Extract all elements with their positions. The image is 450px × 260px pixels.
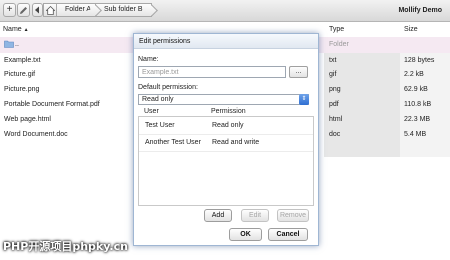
file-name: Picture.gif bbox=[4, 71, 36, 78]
column-header-size[interactable]: Size bbox=[404, 26, 418, 33]
file-name: Web page.html bbox=[4, 116, 51, 123]
table-row[interactable]: Another Test User Read and write bbox=[139, 134, 313, 152]
permission-user: Test User bbox=[145, 122, 175, 129]
permissions-table: Test User Read only Another Test User Re… bbox=[138, 116, 314, 206]
edit-permissions-dialog: Edit permissions Name: ... Default permi… bbox=[133, 33, 319, 246]
table-row[interactable]: Test User Read only bbox=[139, 117, 313, 135]
folder-icon bbox=[4, 40, 14, 50]
file-name: Example.txt bbox=[4, 57, 41, 64]
permission-value: Read only bbox=[212, 122, 244, 129]
file-type: pdf bbox=[329, 101, 339, 108]
name-field[interactable] bbox=[138, 66, 286, 78]
file-type: doc bbox=[329, 131, 341, 138]
file-size: 110.8 kB bbox=[404, 101, 432, 108]
ok-button[interactable]: OK bbox=[229, 228, 262, 241]
file-type: gif bbox=[329, 71, 337, 78]
cancel-button[interactable]: Cancel bbox=[268, 228, 308, 241]
permission-user: Another Test User bbox=[145, 139, 201, 146]
file-type: png bbox=[329, 86, 341, 93]
column-header-name[interactable]: Name ▲ bbox=[3, 26, 29, 33]
file-type: html bbox=[329, 116, 343, 123]
default-permission-value: Read only bbox=[142, 96, 174, 103]
plus-icon[interactable]: + bbox=[3, 3, 16, 17]
file-name: Word Document.doc bbox=[4, 131, 68, 138]
file-name: Picture.png bbox=[4, 86, 40, 93]
file-type: Folder bbox=[329, 41, 349, 48]
file-size: 62.9 kB bbox=[404, 86, 428, 93]
select-arrows-icon: ⇕ bbox=[299, 94, 309, 105]
app-title: Mollify Demo bbox=[398, 7, 442, 14]
table-header-user: User bbox=[144, 108, 159, 115]
sort-ascending-icon: ▲ bbox=[23, 27, 29, 33]
file-size: 22.3 MB bbox=[404, 116, 431, 123]
column-header-name-label: Name bbox=[3, 26, 22, 33]
table-header-permission: Permission bbox=[211, 108, 246, 115]
add-button[interactable]: Add bbox=[204, 209, 232, 222]
watermark-text: PHP开源项目phpky.cn bbox=[3, 240, 128, 253]
home-icon[interactable] bbox=[43, 3, 57, 17]
file-name: .. bbox=[15, 41, 19, 48]
name-label: Name: bbox=[138, 56, 159, 63]
dialog-title: Edit permissions bbox=[134, 34, 318, 49]
file-size: 128 bytes bbox=[404, 57, 435, 64]
edit-button[interactable]: Edit bbox=[241, 209, 269, 222]
back-arrow-icon[interactable] bbox=[32, 3, 43, 17]
file-size: 5.4 MB bbox=[404, 131, 427, 138]
file-type: txt bbox=[329, 57, 337, 64]
remove-button[interactable]: Remove bbox=[277, 209, 309, 222]
file-size: 2.2 kB bbox=[404, 71, 424, 78]
breadcrumb-folder-a[interactable]: Folder A bbox=[56, 3, 96, 17]
default-permission-select[interactable]: Read only ⇕ bbox=[138, 94, 309, 105]
default-permission-label: Default permission: bbox=[138, 84, 198, 91]
column-header-type[interactable]: Type bbox=[329, 26, 344, 33]
breadcrumb-sub-folder-b[interactable]: Sub folder B bbox=[95, 3, 152, 17]
browse-button[interactable]: ... bbox=[289, 66, 308, 78]
toolbar: + Folder A Sub folder B Mollify Demo bbox=[0, 0, 450, 22]
file-name: Portable Document Format.pdf bbox=[4, 101, 100, 108]
permission-value: Read and write bbox=[212, 139, 260, 146]
pencil-icon[interactable] bbox=[17, 3, 30, 17]
